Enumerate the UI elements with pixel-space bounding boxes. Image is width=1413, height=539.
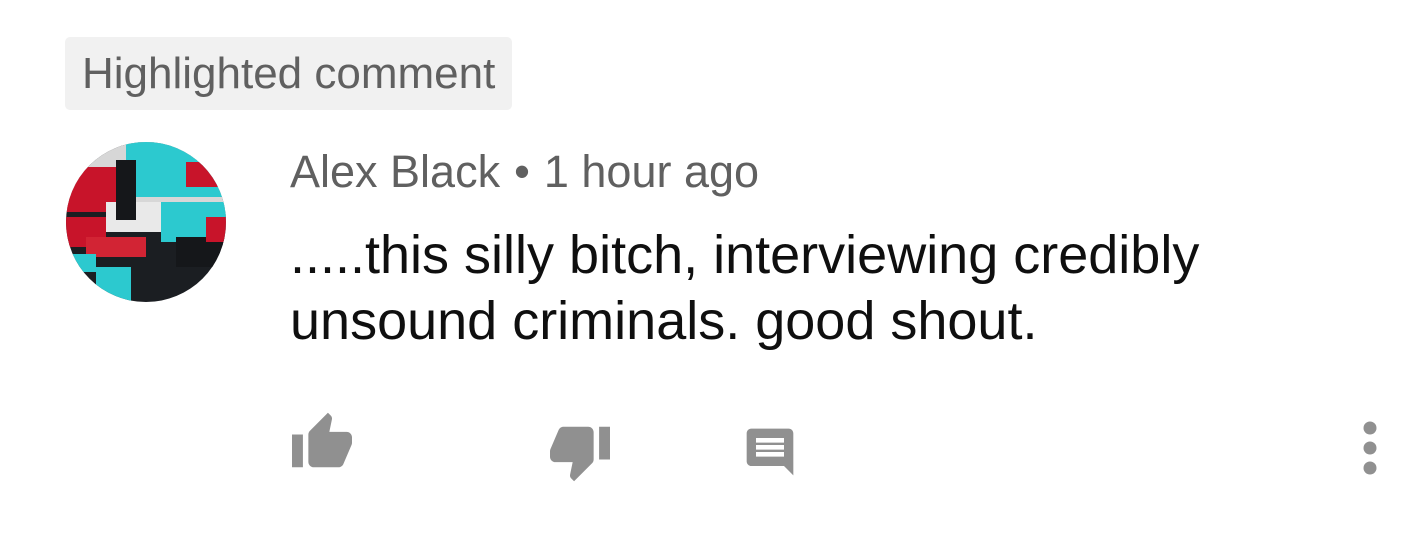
comment-timestamp[interactable]: 1 hour ago (544, 146, 759, 197)
more-vertical-icon (1363, 421, 1377, 475)
avatar-image (66, 142, 226, 302)
highlighted-comment-badge: Highlighted comment (65, 37, 513, 110)
thumb-down-icon (550, 426, 610, 482)
avatar[interactable] (66, 142, 226, 302)
like-button[interactable] (282, 400, 362, 480)
thumb-up-icon (292, 412, 352, 468)
author-name[interactable]: Alex Black (290, 146, 500, 197)
reply-button[interactable] (730, 412, 810, 492)
meta-separator: • (514, 146, 530, 197)
comment-reply-icon (746, 428, 794, 476)
dislike-button[interactable] (540, 414, 620, 494)
comment-meta: Alex Black • 1 hour ago (290, 145, 759, 199)
comment-text: .....this silly bitch, interviewing cred… (290, 225, 1200, 351)
more-options-button[interactable] (1340, 408, 1400, 488)
